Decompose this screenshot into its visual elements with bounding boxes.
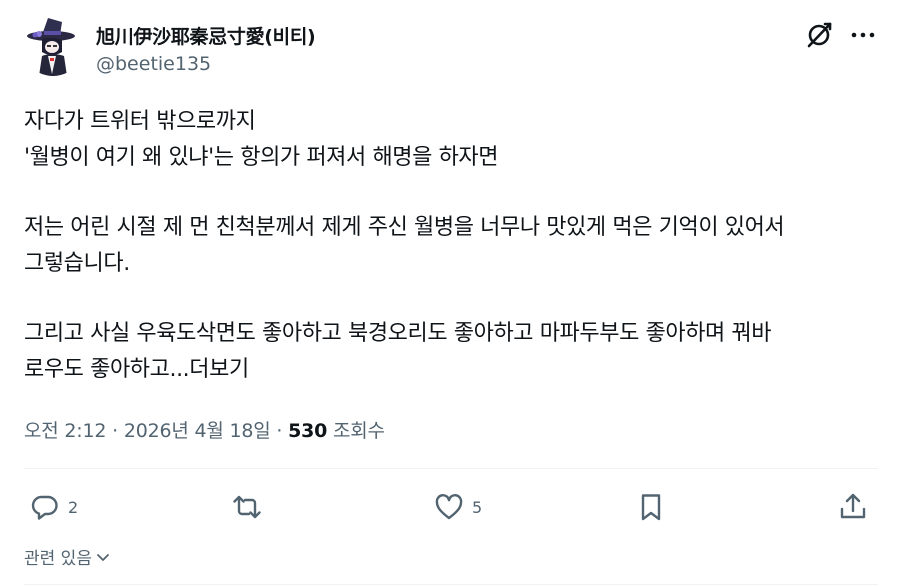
chevron-down-icon [97, 553, 109, 561]
tweet-line: 자다가 트위터 밖으로까지 [24, 109, 256, 134]
tweet-line: 저는 어린 시절 제 먼 친척분께서 제게 주신 월병을 너무나 맛있게 먹은 … [24, 215, 785, 240]
tweet-line-last: 로우도 좋아하고...더보기 [24, 352, 884, 388]
reply-count: 2 [68, 497, 79, 517]
divider [24, 584, 878, 585]
grok-icon[interactable] [804, 20, 834, 50]
reply-icon [31, 495, 58, 520]
avatar[interactable] [22, 14, 84, 76]
views-count[interactable]: 530 [288, 420, 327, 442]
like-count: 5 [472, 497, 483, 517]
reply-button[interactable]: 2 [30, 490, 78, 524]
heart-icon [435, 494, 463, 520]
tweet-text: 자다가 트위터 밖으로까지 '월병이 여기 왜 있냐'는 항의가 퍼져서 해명을… [24, 104, 884, 388]
retweet-button[interactable] [232, 490, 262, 524]
divider [24, 468, 878, 469]
bookmark-icon [641, 494, 661, 521]
tweet-detail: 旭川伊沙耶秦忌寸愛(비티) @beetie135 자다가 트위터 밖으로까지 '… [0, 0, 900, 586]
meta-separator: · [270, 420, 289, 442]
meta-separator: · [106, 420, 124, 442]
more-icon[interactable] [848, 20, 878, 50]
handle[interactable]: @beetie135 [96, 53, 211, 75]
share-icon [840, 493, 866, 519]
read-more-link[interactable]: 더보기 [189, 357, 249, 382]
tweet-meta: 오전 2:12 · 2026년 4월 18일 · 530 조회수 [24, 416, 385, 443]
tweet-line-text: 로우도 좋아하고... [24, 357, 190, 382]
bookmark-button[interactable] [636, 490, 666, 524]
views-label: 조회수 [327, 420, 385, 442]
retweet-icon [233, 495, 261, 519]
share-button[interactable] [838, 490, 868, 524]
related-sort-dropdown[interactable]: 관련 있음 [24, 544, 112, 569]
avatar-image [22, 14, 84, 76]
like-button[interactable]: 5 [434, 490, 482, 524]
timestamp-date[interactable]: 2026년 4월 18일 [124, 420, 271, 442]
tweet-line: 그렇습니다. [24, 251, 130, 276]
timestamp-time[interactable]: 오전 2:12 [24, 420, 106, 442]
tweet-line: '월병이 여기 왜 있냐'는 항의가 퍼져서 해명을 하자면 [24, 145, 499, 170]
grok-icon-graphic [807, 22, 832, 48]
related-label: 관련 있음 [24, 549, 92, 569]
display-name[interactable]: 旭川伊沙耶秦忌寸愛(비티) [96, 22, 316, 49]
tweet-line: 그리고 사실 우육도삭면도 좋아하고 북경오리도 좋아하고 마파두부도 좋아하며… [24, 321, 772, 346]
more-icon-graphic [851, 32, 875, 38]
